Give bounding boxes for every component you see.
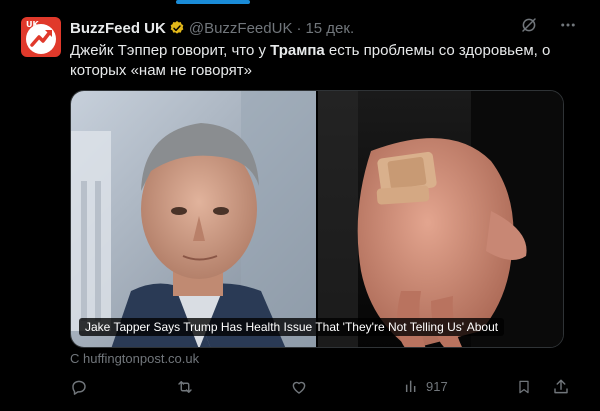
- share-button[interactable]: [552, 378, 570, 396]
- grok-icon[interactable]: [520, 16, 538, 39]
- image-divider: [316, 91, 318, 347]
- like-icon: [292, 381, 306, 394]
- views-button[interactable]: 917: [404, 378, 448, 394]
- avatar[interactable]: UK: [21, 17, 61, 57]
- repost-icon: [178, 381, 192, 393]
- author-name[interactable]: BuzzFeed UK: [70, 20, 166, 37]
- more-icon[interactable]: [558, 16, 578, 39]
- tweet-header: BuzzFeed UK @BuzzFeedUK · 15 дек.: [70, 17, 354, 39]
- reply-button[interactable]: [70, 378, 88, 396]
- tweet-text: Джейк Тэппер говорит, что у Трампа есть …: [70, 41, 570, 81]
- bookmark-icon: [519, 380, 529, 394]
- author-handle[interactable]: @BuzzFeedUK: [189, 20, 293, 37]
- verified-badge-icon[interactable]: [169, 20, 185, 36]
- tweet-date[interactable]: 15 дек.: [305, 20, 354, 37]
- tweet-actions: 917: [70, 378, 570, 398]
- tweet-text-bold: Трампа: [270, 42, 325, 59]
- bookmark-button[interactable]: [516, 378, 532, 396]
- tweet-text-part1: Джейк Тэппер говорит, что у: [70, 42, 271, 59]
- views-count: 917: [426, 378, 448, 394]
- trending-arrow-icon: [26, 24, 56, 54]
- like-button[interactable]: [290, 378, 308, 396]
- separator-dot: ·: [296, 19, 302, 37]
- reply-icon: [72, 380, 86, 395]
- card-source-link[interactable]: С huffingtonpost.co.uk: [70, 351, 199, 366]
- card-caption: Jake Tapper Says Trump Has Health Issue …: [79, 318, 505, 336]
- views-icon: [405, 380, 416, 392]
- link-card-image[interactable]: Jake Tapper Says Trump Has Health Issue …: [70, 90, 564, 348]
- header-actions: [520, 16, 578, 39]
- share-icon: [554, 379, 568, 394]
- repost-button[interactable]: [175, 378, 195, 396]
- tweet[interactable]: UK BuzzFeed UK @BuzzFeedUK · 15 дек. Дже…: [0, 0, 600, 411]
